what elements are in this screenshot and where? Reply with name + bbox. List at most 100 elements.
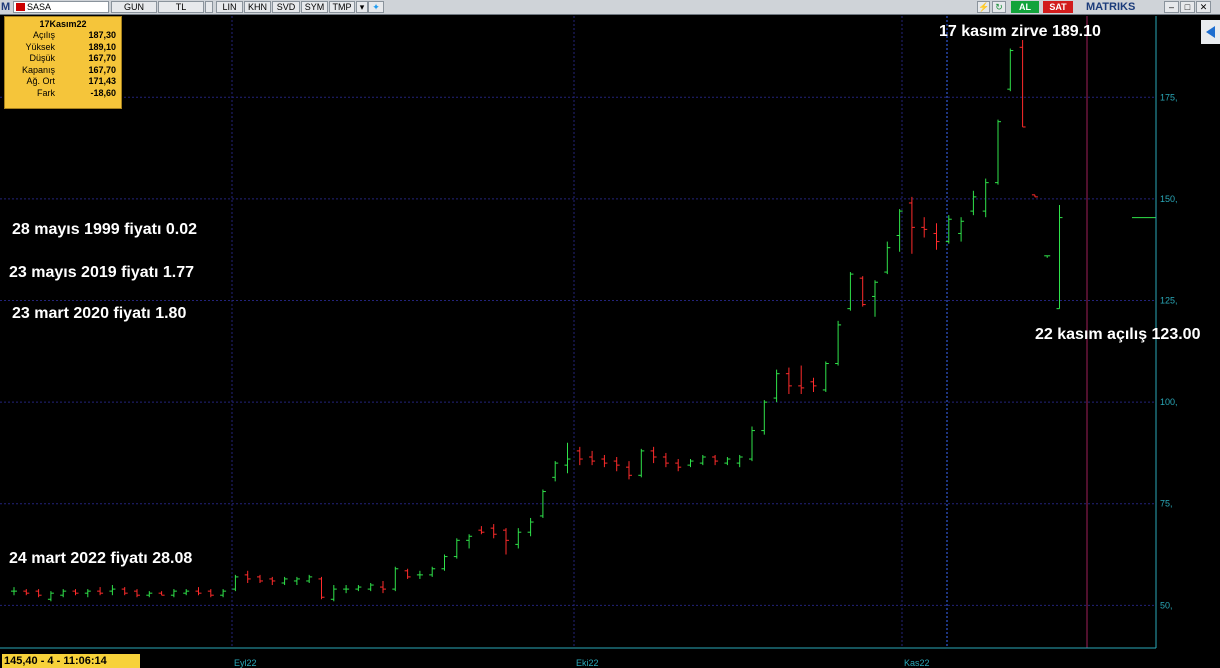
ohlc-bar [527,517,534,537]
ohlc-bar [293,576,300,586]
ohlc-bar [503,528,509,555]
y-tick-label: 125, [1160,296,1178,306]
tmp-button[interactable]: TMP [329,1,355,13]
status-readout: 145,40 - 4 - 11:06:14 [2,654,140,668]
lightning-icon[interactable]: ⚡ [977,1,990,13]
ohlc-bar [84,589,91,598]
ohlc-bar [835,320,842,366]
info-value: 167,70 [88,53,116,63]
ohlc-bar [232,574,239,592]
period-button[interactable]: GUN [111,1,157,13]
ohlc-bar [318,576,325,600]
close-icon[interactable]: ✕ [1196,1,1211,13]
ohlc-bar [404,568,411,579]
info-label: Düşük [29,53,55,63]
info-label: Açılış [32,30,55,40]
price-chart[interactable]: 50, 75, 100, 125, 150, 175, Eyl22 Eki22 Kas22 [0,16,1198,668]
ohlc-bar [810,377,817,392]
ohlc-bar [146,591,153,598]
ohlc-bar [564,442,571,474]
info-label: Yüksek [25,41,55,52]
annotation-2020: 23 mart 2020 fiyatı 1.80 [12,305,187,322]
ohlc-bar [822,361,829,392]
ohlc-bar [933,223,940,250]
x-tick-label: Eki22 [576,658,599,668]
ohlc-bar [982,178,989,218]
ohlc-bar [380,580,386,594]
twitter-icon[interactable]: ✦ [368,1,384,13]
ohlc-bar [1007,48,1014,92]
scale-button[interactable]: LIN [216,1,243,13]
ohlc-bar [60,589,67,598]
svd-button[interactable]: SVD [272,1,300,13]
buy-button[interactable]: AL [1011,1,1039,13]
ohlc-bar [97,587,104,596]
ohlc-bar [736,454,743,468]
ohlc-bar [908,196,915,254]
info-value: -18,60 [90,87,116,98]
symbol-selector[interactable]: SASA [13,1,109,13]
symbol-label: SASA [27,2,52,12]
annotation-peak: 17 kasım zirve 189.10 [939,23,1101,40]
info-row: Ağ. Ort 171,43 [5,76,121,88]
ohlc-bar [798,365,805,394]
currency-button[interactable]: TL [158,1,204,13]
ohlc-bar [626,461,632,480]
flag-icon [16,3,25,11]
info-value: 171,43 [88,76,116,86]
ohlc-bar [109,585,116,596]
ohlc-bar [453,538,460,559]
dropdown-arrow-icon[interactable]: ▾ [356,1,368,13]
ohlc-bar [675,459,682,472]
annotation-2019: 23 mayıs 2019 fiyatı 1.77 [9,264,195,281]
info-row: Kapanış 167,70 [5,65,121,77]
ohlc-bar [1056,205,1063,310]
ohlc-bar [416,570,423,579]
x-tick-label: Kas22 [904,658,930,668]
info-value: 167,70 [88,64,116,75]
sell-button[interactable]: SAT [1043,1,1073,13]
ohlc-bar [995,119,1001,185]
khn-button[interactable]: KHN [244,1,271,13]
right-panel [1198,16,1220,668]
refresh-icon[interactable]: ↻ [992,1,1006,13]
y-tick-label: 100, [1160,397,1178,407]
ohlc-bar [220,589,227,598]
ohlc-bar [601,454,608,468]
ohlc-bar [269,576,276,586]
y-tick-label: 150, [1160,194,1178,204]
info-row: Yüksek 189,10 [5,42,121,54]
ohlc-bar [195,587,202,596]
separator [205,1,213,13]
ohlc-bar [662,452,669,468]
ohlc-bar [650,446,657,464]
ohlc-bar [785,367,792,394]
annotation-open-22-nov: 22 kasım açılış 123.00 [1035,326,1201,343]
ohlc-bar [72,589,79,596]
sym-button[interactable]: SYM [301,1,328,13]
ohlc-bar [749,426,755,462]
maximize-icon[interactable]: □ [1180,1,1195,13]
ohlc-bar [429,566,436,577]
arrow-left-icon [1206,26,1215,38]
ohlc-bar [687,459,694,468]
ohlc-bar [330,585,337,602]
ohlc-bar [343,585,350,594]
ohlc-bar [921,217,928,238]
ohlc-bar [47,591,54,602]
ohlc-bar [441,554,448,571]
info-label: Kapanış [21,64,55,75]
info-row: Açılış 187,30 [5,30,121,42]
ohlc-bar [1031,194,1038,198]
ohlc-bar [23,589,30,596]
ohlc-bar [367,583,374,592]
ohlc-bar [1044,255,1051,258]
minimize-icon[interactable]: – [1164,1,1179,13]
y-tick-label: 175, [1160,92,1178,102]
ohlc-bar [552,461,559,482]
y-tick-label: 75, [1160,499,1173,509]
info-row: Düşük 167,70 [5,53,121,65]
panel-toggle-button[interactable] [1201,20,1220,44]
info-label: Ağ. Ort [26,76,55,86]
brand-label: MATRIKS [1086,1,1136,13]
